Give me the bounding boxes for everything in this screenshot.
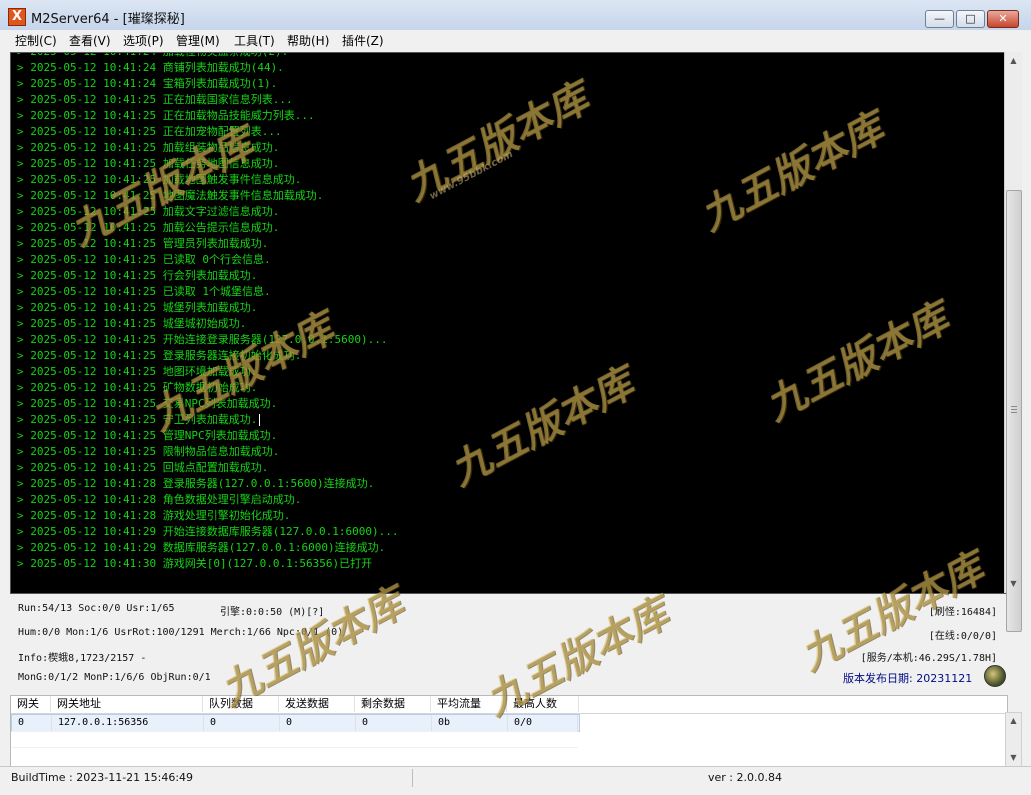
log-line: > 2025-05-12 10:41:24 加载怪物尖血条成功(2). bbox=[11, 53, 399, 60]
app-icon: X bbox=[8, 8, 26, 26]
col-sent[interactable]: 发送数据 bbox=[279, 696, 355, 712]
log-output[interactable]: > 2025-05-12 10:41:24 加载怪物尖血条成功(2).> 202… bbox=[10, 52, 1006, 594]
gateway-table[interactable]: 网关 网关地址 队列数据 发送数据 剩余数据 平均流量 最高人数 0 127.0… bbox=[10, 695, 1008, 767]
grid-line bbox=[11, 731, 578, 732]
cell-queue: 0 bbox=[204, 715, 280, 731]
log-line: > 2025-05-12 10:41:25 加载公告提示信息成功. bbox=[17, 221, 280, 234]
cell-remaining: 0 bbox=[356, 715, 432, 731]
table-row[interactable]: 0 127.0.0.1:56356 0 0 0 0b 0/0 bbox=[11, 714, 580, 732]
grip-line bbox=[1011, 412, 1017, 413]
status-service: [服务/本机:46.29S/1.78H] bbox=[860, 653, 997, 664]
scroll-down-icon[interactable]: ▼ bbox=[1006, 750, 1021, 765]
log-line: > 2025-05-12 10:41:25 加载组装物品信息成功. bbox=[17, 141, 280, 154]
menu-view[interactable]: 查看(V) bbox=[69, 32, 111, 49]
build-time: BuildTime : 2023-11-21 15:46:49 bbox=[11, 771, 194, 784]
title-bar: X M2Server64 - [璀璨探秘] — □ ✕ bbox=[0, 0, 1031, 31]
log-line: > 2025-05-12 10:41:25 矿物数据初始成功. bbox=[17, 381, 258, 394]
scroll-thumb[interactable] bbox=[1006, 190, 1022, 632]
log-line: > 2025-05-12 10:41:30 游戏网关[0](127.0.0.1:… bbox=[17, 557, 373, 570]
scroll-down-icon[interactable]: ▼ bbox=[1005, 575, 1022, 592]
log-scrollbar[interactable]: ▲ ▼ bbox=[1004, 52, 1022, 632]
log-line: > 2025-05-12 10:41:25 正在加载国家信息列表... bbox=[17, 93, 293, 106]
status-online: [在线:0/0/0] bbox=[928, 631, 997, 642]
log-line: > 2025-05-12 10:41:25 已读取 1个城堡信息. bbox=[17, 285, 271, 298]
menu-manage[interactable]: 管理(M) bbox=[176, 32, 220, 49]
version: ver : 2.0.0.84 bbox=[708, 771, 782, 784]
gateway-table-header: 网关 网关地址 队列数据 发送数据 剩余数据 平均流量 最高人数 bbox=[11, 696, 1007, 714]
grip-line bbox=[1011, 406, 1017, 407]
col-remaining[interactable]: 剩余数据 bbox=[355, 696, 431, 712]
log-line: > 2025-05-12 10:41:25 正在加载物品技能威力列表... bbox=[17, 109, 315, 122]
status-mong: MonG:0/1/2 MonP:1/6/6 ObjRun:0/1 bbox=[18, 672, 211, 683]
log-line: > 2025-05-12 10:41:25 加载任务地图信息成功. bbox=[17, 157, 280, 170]
log-line: > 2025-05-12 10:41:25 城堡列表加载成功. bbox=[17, 301, 258, 314]
log-line: > 2025-05-12 10:41:25 管理员列表加载成功. bbox=[17, 237, 269, 250]
col-address[interactable]: 网关地址 bbox=[51, 696, 203, 712]
menu-help[interactable]: 帮助(H) bbox=[287, 32, 329, 49]
log-line: > 2025-05-12 10:41:29 数据库服务器(127.0.0.1:6… bbox=[17, 541, 386, 554]
log-line: > 2025-05-12 10:41:25 交易NPC列表加载成功. bbox=[17, 397, 278, 410]
log-line: > 2025-05-12 10:41:24 宝箱列表加载成功(1). bbox=[17, 77, 278, 90]
grip-line bbox=[1011, 409, 1017, 410]
status-refresh: [刷怪:16484] bbox=[928, 607, 997, 618]
log-line: > 2025-05-12 10:41:25 加载地图触发事件信息成功. bbox=[17, 173, 302, 186]
log-line: > 2025-05-12 10:41:25 管理NPC列表加载成功. bbox=[17, 429, 278, 442]
release-date: 版本发布日期: 20231121 bbox=[843, 672, 973, 685]
log-line: > 2025-05-12 10:41:29 开始连接数据库服务器(127.0.0… bbox=[17, 525, 399, 538]
log-lines: > 2025-05-12 10:41:24 加载怪物尖血条成功(2).> 202… bbox=[11, 53, 399, 572]
log-line: > 2025-05-12 10:41:25 开始连接登录服务器(127.0.0.… bbox=[17, 333, 388, 346]
cell-sent: 0 bbox=[280, 715, 356, 731]
log-line: > 2025-05-12 10:41:24 商铺列表加载成功(44). bbox=[17, 61, 284, 74]
menu-tools[interactable]: 工具(T) bbox=[234, 32, 275, 49]
menu-control[interactable]: 控制(C) bbox=[15, 32, 57, 49]
cell-address: 127.0.0.1:56356 bbox=[52, 715, 204, 731]
status-engine: 引擎:0:0:50 (M)[?] bbox=[220, 607, 325, 618]
globe-icon bbox=[984, 665, 1006, 687]
window-title: M2Server64 - [璀璨探秘] bbox=[31, 12, 185, 27]
log-line: > 2025-05-12 10:41:28 游戏处理引擎初始化成功. bbox=[17, 509, 291, 522]
log-line: > 2025-05-12 10:41:25 行会列表加载成功. bbox=[17, 269, 258, 282]
col-max-users[interactable]: 最高人数 bbox=[507, 696, 579, 712]
cell-max-users: 0/0 bbox=[508, 715, 578, 731]
log-line: > 2025-05-12 10:41:25 已读取 0个行会信息. bbox=[17, 253, 271, 266]
status-info: Info:楔蛾8,1723/2157 - bbox=[18, 653, 147, 664]
menu-bar: 控制(C) 查看(V) 选项(P) 管理(M) 工具(T) 帮助(H) 插件(Z… bbox=[0, 30, 1031, 50]
status-separator bbox=[412, 769, 413, 787]
text-cursor bbox=[259, 414, 261, 426]
grid-line bbox=[11, 747, 578, 748]
cell-gateway: 0 bbox=[12, 715, 52, 731]
menu-options[interactable]: 选项(P) bbox=[123, 32, 164, 49]
scroll-up-icon[interactable]: ▲ bbox=[1005, 52, 1022, 69]
maximize-button[interactable]: □ bbox=[956, 10, 985, 28]
log-line: > 2025-05-12 10:41:25 地图环境加载成功. bbox=[17, 365, 258, 378]
log-line: > 2025-05-12 10:41:25 限制物品信息加载成功. bbox=[17, 445, 280, 458]
log-line: > 2025-05-12 10:41:25 城堡城初始成功. bbox=[17, 317, 247, 330]
minimize-button[interactable]: — bbox=[925, 10, 954, 28]
status-run: Run:54/13 Soc:0/0 Usr:1/65 bbox=[18, 603, 175, 614]
log-line: > 2025-05-12 10:41:25 回城点配置加载成功. bbox=[17, 461, 269, 474]
log-line: > 2025-05-12 10:41:28 登录服务器(127.0.0.1:56… bbox=[17, 477, 375, 490]
scroll-up-icon[interactable]: ▲ bbox=[1006, 713, 1021, 728]
menu-plugins[interactable]: 插件(Z) bbox=[342, 32, 384, 49]
status-bar: BuildTime : 2023-11-21 15:46:49 ver : 2.… bbox=[0, 766, 1031, 795]
log-line: > 2025-05-12 10:41:25 地图魔法触发事件信息加载成功. bbox=[17, 189, 324, 202]
log-line: > 2025-05-12 10:41:25 守卫列表加载成功. bbox=[11, 412, 399, 428]
gateway-scrollbar[interactable]: ▲ ▼ bbox=[1005, 712, 1022, 767]
cell-avg-traffic: 0b bbox=[432, 715, 508, 731]
log-line: > 2025-05-12 10:41:28 角色数据处理引擎启动成功. bbox=[17, 493, 302, 506]
status-hum: Hum:0/0 Mon:1/6 UsrRot:100/1291 Merch:1/… bbox=[18, 627, 344, 638]
log-line: > 2025-05-12 10:41:25 登录服务器连接初始化成功. bbox=[17, 349, 302, 362]
close-button[interactable]: ✕ bbox=[987, 10, 1019, 28]
col-gateway[interactable]: 网关 bbox=[11, 696, 51, 712]
col-avg-traffic[interactable]: 平均流量 bbox=[431, 696, 507, 712]
log-line: > 2025-05-12 10:41:25 正在加宠物配置列表... bbox=[17, 125, 282, 138]
log-line: > 2025-05-12 10:41:25 加载文字过滤信息成功. bbox=[17, 205, 280, 218]
col-queue[interactable]: 队列数据 bbox=[203, 696, 279, 712]
